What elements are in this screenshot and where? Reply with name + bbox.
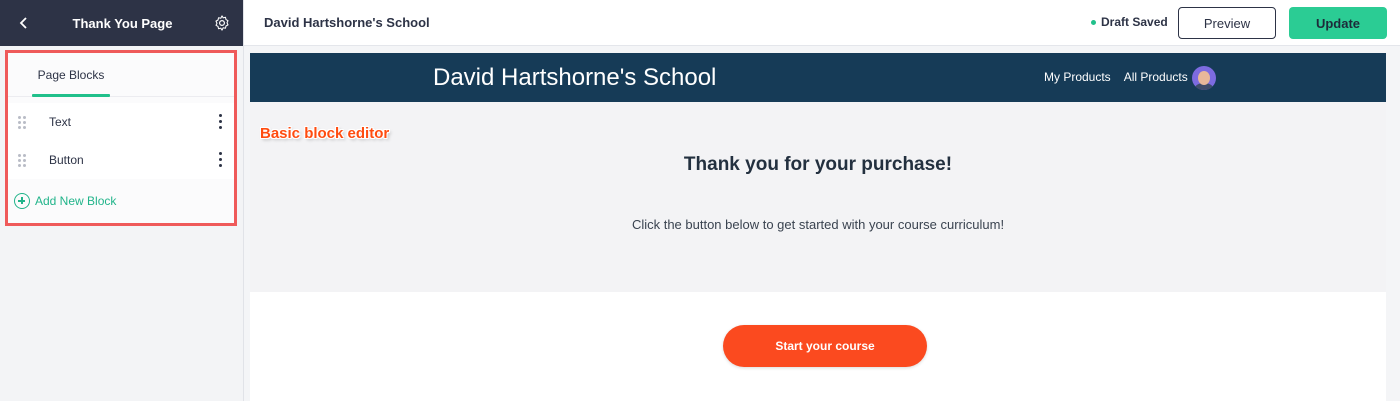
block-label: Text	[49, 115, 72, 129]
text-block[interactable]: Basic block editor Thank you for your pu…	[250, 102, 1386, 292]
block-row-text[interactable]: Text	[8, 103, 234, 141]
start-course-button[interactable]: Start your course	[723, 325, 927, 367]
preview-button[interactable]: Preview	[1178, 7, 1276, 39]
active-tab-indicator	[32, 94, 110, 97]
sidebar: Thank You Page Page Blocks Text Button A…	[0, 0, 244, 401]
site-title[interactable]: David Hartshorne's School	[433, 64, 716, 92]
site-header: David Hartshorne's School My Products Al…	[250, 53, 1386, 102]
more-options-icon[interactable]	[219, 152, 223, 168]
status-dot	[1091, 19, 1096, 25]
avatar[interactable]	[1192, 66, 1216, 90]
annotation-label: Basic block editor	[260, 125, 390, 142]
block-label: Button	[49, 153, 84, 167]
save-status: Draft Saved	[1091, 15, 1168, 29]
sidebar-header: Thank You Page	[0, 0, 243, 46]
update-button[interactable]: Update	[1289, 7, 1387, 39]
add-new-block-button[interactable]: Add New Block	[14, 193, 116, 209]
drag-handle-icon[interactable]	[18, 154, 26, 167]
school-name: David Hartshorne's School	[264, 15, 430, 30]
page-subtext: Click the button below to get started wi…	[631, 217, 1005, 232]
page-heading: Thank you for your purchase!	[683, 154, 953, 175]
chevron-left-icon[interactable]	[16, 15, 32, 31]
sidebar-title: Thank You Page	[72, 15, 173, 31]
block-list: Text Button	[8, 103, 234, 179]
nav-link-my-products[interactable]: My Products	[1044, 70, 1111, 84]
page-preview: David Hartshorne's School My Products Al…	[250, 53, 1386, 401]
button-block: Start your course	[250, 292, 1386, 401]
block-row-button[interactable]: Button	[8, 141, 234, 179]
tab-page-blocks[interactable]: Page Blocks	[32, 53, 110, 97]
add-new-block-label: Add New Block	[35, 194, 117, 208]
save-status-label: Draft Saved	[1101, 15, 1168, 29]
nav-link-all-products[interactable]: All Products	[1124, 70, 1188, 84]
site-nav: My Products All Products	[1044, 70, 1188, 84]
plus-circle-icon	[14, 193, 30, 209]
more-options-icon[interactable]	[219, 114, 223, 130]
page-blocks-panel: Page Blocks Text Button Add New Block	[5, 50, 237, 226]
top-bar: David Hartshorne's School Draft Saved Pr…	[244, 0, 1400, 46]
gear-icon[interactable]	[213, 14, 231, 32]
tab-bar: Page Blocks	[8, 53, 234, 97]
drag-handle-icon[interactable]	[18, 116, 26, 129]
